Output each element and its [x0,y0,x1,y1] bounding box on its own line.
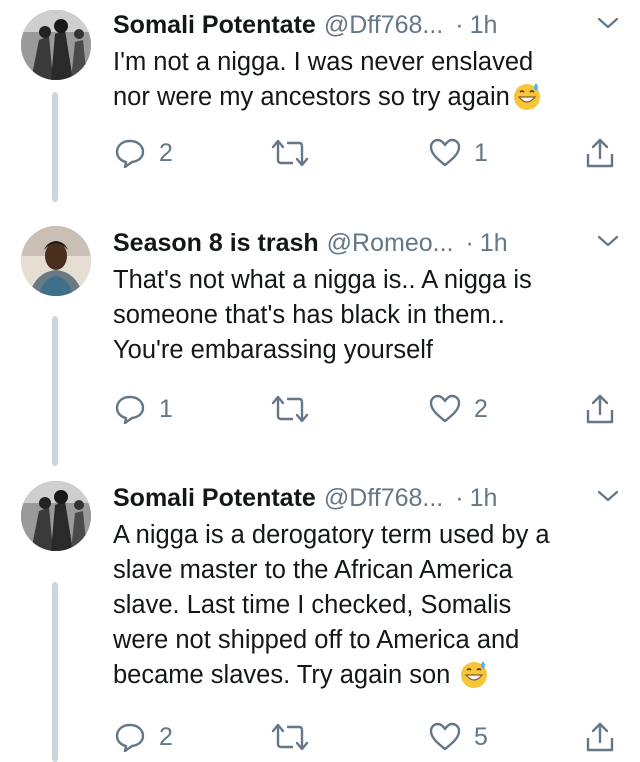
like-count: 5 [474,722,488,751]
like-count: 2 [474,394,488,423]
tweet-text-line: became slaves. Try again son [113,658,618,693]
tweet-header: Season 8 is trash @Romeo... · 1h [113,223,620,263]
tweet-text-line: A nigga is a derogatory term used by a [113,521,550,549]
reply-icon [115,723,145,753]
tweet-text: A nigga is a derogatory term used by a s… [113,518,618,693]
heart-icon [429,722,461,751]
tweet-header: Somali Potentate @Dff768... · 1h [113,5,620,45]
user-handle[interactable]: @Romeo... [327,229,454,258]
retweet-icon [271,395,309,423]
retweet-button[interactable] [270,133,322,173]
reply-icon [115,139,145,169]
reply-button[interactable]: 2 [113,717,173,757]
avatar[interactable] [21,481,91,551]
tweet[interactable]: Season 8 is trash @Romeo... · 1h That's … [0,223,640,433]
share-button[interactable] [583,389,617,429]
tweet[interactable]: Somali Potentate @Dff768... · 1h I'm not… [0,5,640,190]
avatar[interactable] [21,226,91,296]
reply-button[interactable]: 2 [113,133,173,173]
tweet-text: I'm not a nigga. I was never enslaved no… [113,45,618,115]
like-button[interactable]: 5 [428,717,488,757]
display-name[interactable]: Somali Potentate [113,11,316,40]
reply-button[interactable]: 1 [113,389,173,429]
tweet-text-line: someone that's has black in them.. [113,301,505,329]
tweet-text-line: slave. Last time I checked, Somalis [113,591,512,619]
separator-dot: · [465,228,474,257]
user-handle[interactable]: @Dff768... [324,11,443,40]
chevron-down-icon[interactable] [596,15,620,31]
timestamp[interactable]: 1h [470,11,498,40]
chevron-down-icon[interactable] [596,488,620,504]
share-button[interactable] [583,717,617,757]
tweet-actions: 2 1 [113,133,618,173]
display-name[interactable]: Somali Potentate [113,484,316,513]
tweet-text-line: nor were my ancestors so try again [113,80,618,115]
retweet-button[interactable] [270,389,322,429]
retweet-icon [271,139,309,167]
retweet-icon [271,723,309,751]
display-name[interactable]: Season 8 is trash [113,229,319,258]
sweat-smile-emoji-icon [461,661,488,688]
tweet-header: Somali Potentate @Dff768... · 1h [113,478,620,518]
share-icon [586,394,614,424]
share-icon [586,138,614,168]
share-icon [586,722,614,752]
chevron-down-icon[interactable] [596,233,620,249]
separator-dot: · [455,483,464,512]
tweet-text-line: slave master to the African America [113,556,513,584]
reply-icon [115,395,145,425]
tweet-text-line: were not shipped off to America and [113,626,520,654]
like-button[interactable]: 2 [428,389,488,429]
retweet-button[interactable] [270,717,322,757]
tweet[interactable]: Somali Potentate @Dff768... · 1h A nigga… [0,478,640,762]
heart-icon [429,138,461,167]
reply-count: 2 [159,138,173,167]
timestamp[interactable]: 1h [480,229,508,258]
like-count: 1 [474,138,488,167]
separator-dot: · [455,10,464,39]
avatar[interactable] [21,10,91,80]
tweet-text: That's not what a nigga is.. A nigga is … [113,263,618,368]
tweet-text-line: You're embarassing yourself [113,336,434,364]
user-handle[interactable]: @Dff768... [324,484,443,513]
heart-icon [429,394,461,423]
timestamp[interactable]: 1h [470,484,498,513]
tweet-actions: 2 5 [113,717,618,757]
share-button[interactable] [583,133,617,173]
like-button[interactable]: 1 [428,133,488,173]
reply-count: 2 [159,722,173,751]
tweet-text-line: I'm not a nigga. I was never enslaved [113,48,534,76]
tweet-text-line: That's not what a nigga is.. A nigga is [113,266,532,294]
tweet-actions: 1 2 [113,389,618,429]
reply-count: 1 [159,394,173,423]
sweat-smile-emoji-icon [513,83,540,110]
